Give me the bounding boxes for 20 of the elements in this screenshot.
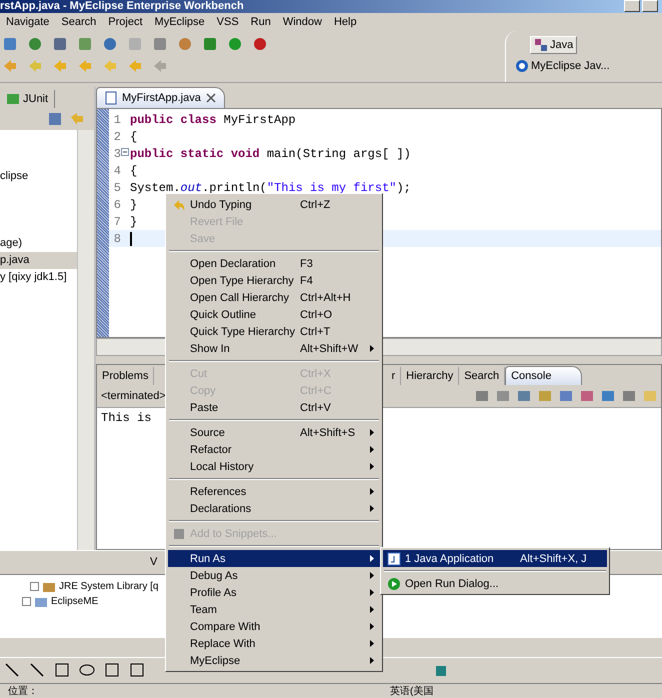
console-status: <terminated> bbox=[101, 390, 166, 402]
line-number: 1 bbox=[112, 112, 121, 127]
line-number: 4 bbox=[112, 164, 121, 178]
code-line: } bbox=[130, 214, 138, 230]
line-number: 6 bbox=[112, 198, 121, 212]
line-number: 2 bbox=[112, 130, 121, 144]
line-number: 8 bbox=[112, 232, 121, 246]
code-line: System.out.println("This is my first"); bbox=[130, 180, 411, 196]
status-position: 位置： bbox=[8, 684, 38, 698]
line-number: 3 bbox=[112, 146, 121, 161]
code-line: public static void main(String args[ ]) bbox=[130, 146, 411, 162]
code-line: public class MyFirstApp bbox=[130, 112, 296, 128]
input-language: 英语(美国 bbox=[390, 684, 434, 698]
code-line: { bbox=[130, 129, 138, 144]
code-line: { bbox=[130, 163, 138, 178]
code-line: } bbox=[130, 197, 138, 212]
console-output: This is bbox=[101, 411, 152, 426]
window-title: rstApp.java - MyEclipse Enterprise Workbench bbox=[0, 0, 244, 12]
line-number: 5 bbox=[112, 180, 121, 195]
line-number: 7 bbox=[112, 214, 121, 229]
